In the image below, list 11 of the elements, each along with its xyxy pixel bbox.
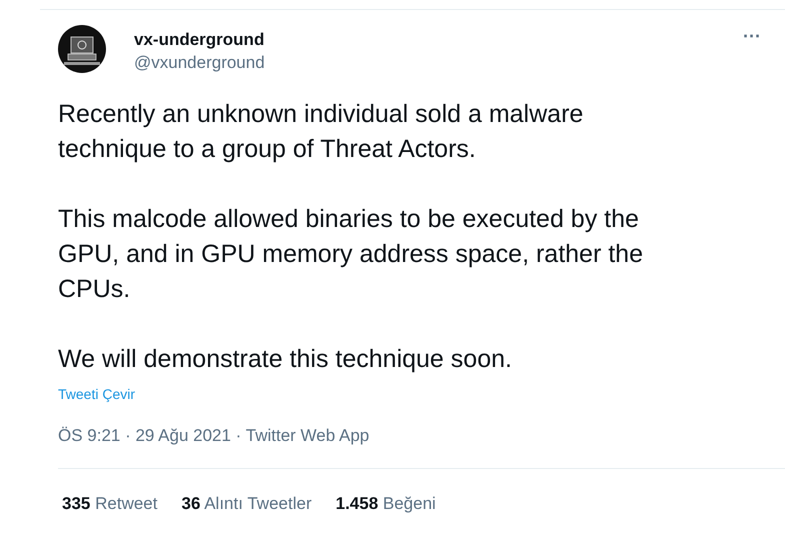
- author-handle[interactable]: @vxunderground: [134, 51, 265, 75]
- tweet-paragraph: Recently an unknown individual sold a malware technique to a group of Threat Actors.: [58, 99, 584, 165]
- more-button[interactable]: ···: [743, 27, 761, 45]
- tweet-paragraph: This malcode allowed binaries to be executed by the GPU, and in GPU memory address space, rather the CPUs.: [58, 204, 643, 305]
- tweet-paragraph: We will demonstrate this technique soon.: [58, 344, 512, 375]
- avatar-icon[interactable]: [58, 25, 106, 73]
- engagement-stat[interactable]: 36 Alıntı Tweetler: [181, 491, 312, 516]
- engagement-stat[interactable]: 1.458 Beğeni: [336, 491, 436, 516]
- tweet-timestamp[interactable]: ÖS 9:21 · 29 Ağu 2021 · Twitter Web App: [58, 425, 370, 447]
- engagement-stat[interactable]: 335 Retweet: [62, 491, 158, 516]
- author-name[interactable]: vx-underground: [134, 29, 265, 51]
